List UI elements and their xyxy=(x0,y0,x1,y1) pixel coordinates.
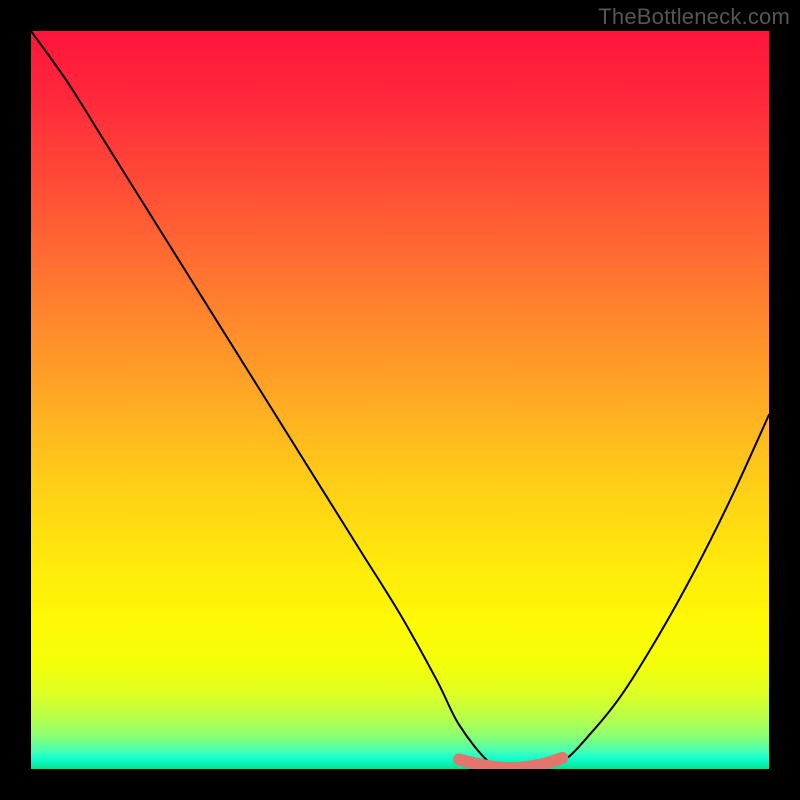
watermark-text: TheBottleneck.com xyxy=(598,4,790,30)
gradient-background xyxy=(31,31,769,769)
plot-area xyxy=(31,31,769,769)
chart-svg xyxy=(31,31,769,769)
chart-container: TheBottleneck.com xyxy=(0,0,800,800)
